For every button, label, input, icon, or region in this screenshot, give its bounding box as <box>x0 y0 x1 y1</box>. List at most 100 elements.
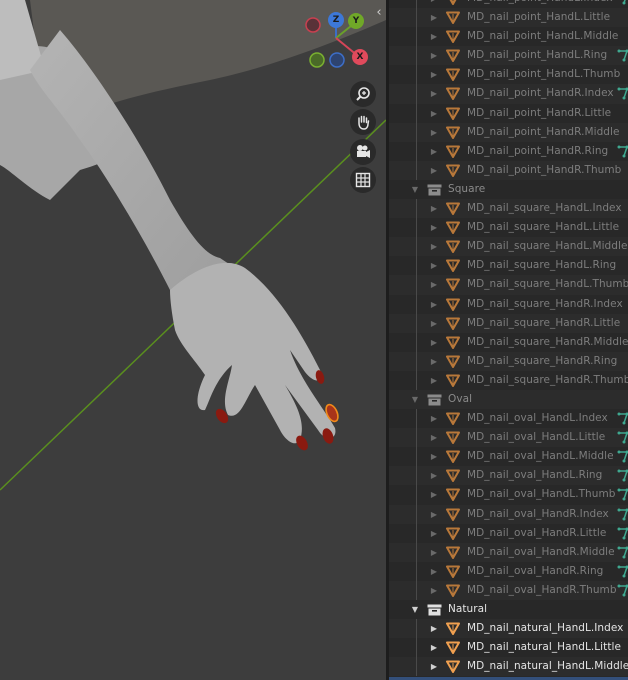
expand-arrow-icon[interactable]: ▶ <box>429 314 439 333</box>
collapse-arrow-icon[interactable]: ▼ <box>410 180 420 199</box>
object-label[interactable]: MD_nail_square_HandL.Ring <box>467 256 616 275</box>
object-label[interactable]: MD_nail_square_HandL.Index <box>467 199 622 218</box>
object-label[interactable]: MD_nail_oval_HandR.Ring <box>467 562 603 581</box>
outliner-object-row[interactable]: ▶ MD_nail_point_HandR.Middle <box>389 122 628 142</box>
outliner-object-row[interactable]: ▶ MD_nail_oval_HandR.Thumb <box>389 580 628 600</box>
outliner-object-row[interactable]: ▶ MD_nail_point_HandL.Little <box>389 8 628 28</box>
outliner-collection-row[interactable]: ▼ Square <box>389 180 628 199</box>
object-label[interactable]: MD_nail_square_HandR.Middle <box>467 333 628 352</box>
triangle-mesh-icon[interactable] <box>446 546 460 559</box>
expand-arrow-icon[interactable]: ▶ <box>429 161 439 180</box>
object-label[interactable]: MD_nail_oval_HandL.Ring <box>467 466 602 485</box>
camera-view-button[interactable] <box>350 139 376 165</box>
expand-arrow-icon[interactable]: ▶ <box>429 123 439 142</box>
outliner-object-row[interactable]: ▶ MD_nail_square_HandR.Little <box>389 313 628 333</box>
collection-label[interactable]: Natural <box>448 600 487 619</box>
expand-arrow-icon[interactable]: ▶ <box>429 485 439 504</box>
triangle-mesh-icon[interactable] <box>446 355 460 368</box>
outliner-object-row[interactable]: ▶ MD_nail_oval_HandR.Ring <box>389 561 628 581</box>
triangle-mesh-icon[interactable] <box>446 87 460 101</box>
outliner-object-row[interactable]: ▶ MD_nail_oval_HandL.Index <box>389 409 628 429</box>
object-label[interactable]: MD_nail_oval_HandL.Thumb <box>467 485 615 504</box>
triangle-mesh-icon[interactable] <box>446 259 460 273</box>
expand-arrow-icon[interactable]: ▶ <box>429 27 439 46</box>
chevron-left-icon[interactable]: ‹ <box>373 5 385 21</box>
gizmo-neg-z-circle[interactable] <box>329 52 345 68</box>
object-label[interactable]: MD_nail_square_HandL.Little <box>467 218 619 237</box>
modifier-icon[interactable] <box>617 584 628 597</box>
triangle-mesh-icon[interactable] <box>446 0 460 5</box>
triangle-mesh-icon[interactable] <box>446 431 460 445</box>
expand-arrow-icon[interactable]: ▶ <box>429 562 439 581</box>
triangle-mesh-icon[interactable] <box>446 488 460 502</box>
modifier-icon[interactable] <box>617 49 628 62</box>
gizmo-neg-x-circle[interactable] <box>305 17 321 33</box>
modifier-icon[interactable] <box>617 469 628 482</box>
outliner-object-row[interactable]: ▶ MD_nail_oval_HandL.Ring <box>389 466 628 486</box>
object-label[interactable]: MD_nail_square_HandR.Thumb <box>467 371 628 390</box>
object-label[interactable]: MD_nail_square_HandL.Thumb <box>467 275 628 294</box>
outliner-object-row[interactable]: ▶ MD_nail_natural_HandL.Little <box>389 638 628 658</box>
outliner-object-row[interactable]: ▶ MD_nail_oval_HandL.Thumb <box>389 485 628 505</box>
expand-arrow-icon[interactable]: ▶ <box>429 619 439 638</box>
modifier-icon[interactable] <box>617 431 628 444</box>
object-label[interactable]: MD_nail_square_HandL.Middle <box>467 237 627 256</box>
object-label[interactable]: MD_nail_point_HandR.Thumb <box>467 161 621 180</box>
expand-arrow-icon[interactable]: ▶ <box>429 275 439 294</box>
triangle-mesh-icon[interactable] <box>446 202 460 216</box>
collapse-arrow-icon[interactable]: ▼ <box>410 390 420 409</box>
expand-arrow-icon[interactable]: ▶ <box>429 638 439 657</box>
modifier-icon[interactable] <box>617 87 628 100</box>
outliner-object-row[interactable]: ▶ MD_nail_square_HandL.Index <box>389 199 628 219</box>
triangle-mesh-icon[interactable] <box>446 374 460 387</box>
outliner-object-row[interactable]: ▶ MD_nail_square_HandL.Little <box>389 218 628 238</box>
outliner-object-row[interactable]: ▶ MD_nail_square_HandL.Middle <box>389 237 628 257</box>
outliner-object-row[interactable]: ▶ MD_nail_oval_HandR.Little <box>389 523 628 543</box>
triangle-mesh-icon[interactable] <box>446 508 460 521</box>
expand-arrow-icon[interactable]: ▶ <box>429 657 439 676</box>
outliner-object-row[interactable]: ▶ MD_nail_oval_HandR.Middle <box>389 542 628 562</box>
expand-arrow-icon[interactable]: ▶ <box>429 237 439 256</box>
expand-arrow-icon[interactable]: ▶ <box>429 543 439 562</box>
triangle-mesh-icon[interactable] <box>446 278 460 292</box>
triangle-mesh-icon[interactable] <box>446 30 460 44</box>
object-label[interactable]: MD_nail_point_HandL.Ring <box>467 46 607 65</box>
outliner-object-row[interactable]: ▶ MD_nail_square_HandR.Ring <box>389 351 628 371</box>
expand-arrow-icon[interactable]: ▶ <box>429 428 439 447</box>
object-label[interactable]: MD_nail_square_HandR.Ring <box>467 352 617 371</box>
modifier-icon[interactable] <box>617 450 628 463</box>
expand-arrow-icon[interactable]: ▶ <box>429 581 439 600</box>
object-label[interactable]: MD_nail_natural_HandL.Little <box>467 638 621 657</box>
triangle-mesh-icon[interactable] <box>446 107 460 120</box>
modifier-icon[interactable] <box>617 508 628 521</box>
object-label[interactable]: MD_nail_natural_HandL.Index <box>467 619 623 638</box>
outliner-object-row[interactable]: ▶ MD_nail_square_HandR.Middle <box>389 332 628 352</box>
object-label[interactable]: MD_nail_oval_HandL.Index <box>467 409 608 428</box>
object-label[interactable]: MD_nail_point_HandR.Ring <box>467 142 608 161</box>
triangle-mesh-icon[interactable] <box>446 68 460 82</box>
modifier-icon[interactable] <box>617 145 628 158</box>
expand-arrow-icon[interactable]: ▶ <box>429 371 439 390</box>
outliner-object-row[interactable]: ▶ MD_nail_square_HandR.Index <box>389 294 628 314</box>
outliner-object-row[interactable]: ▶ MD_nail_oval_HandL.Little <box>389 428 628 448</box>
expand-arrow-icon[interactable]: ▶ <box>429 466 439 485</box>
triangle-mesh-icon[interactable] <box>446 11 460 25</box>
triangle-mesh-icon[interactable] <box>446 450 460 464</box>
outliner-object-row[interactable]: ▶ MD_nail_point_HandR.Little <box>389 103 628 123</box>
expand-arrow-icon[interactable]: ▶ <box>429 256 439 275</box>
object-label[interactable]: MD_nail_square_HandR.Index <box>467 295 623 314</box>
triangle-mesh-icon[interactable] <box>446 298 460 311</box>
triangle-mesh-icon[interactable] <box>446 240 460 254</box>
expand-arrow-icon[interactable]: ▶ <box>429 524 439 543</box>
modifier-icon[interactable] <box>617 0 628 5</box>
modifier-icon[interactable] <box>617 488 628 501</box>
object-label[interactable]: MD_nail_point_HandR.Index <box>467 84 614 103</box>
modifier-icon[interactable] <box>617 412 628 425</box>
outliner-object-row[interactable]: ▶ MD_nail_point_HandL.Thumb <box>389 65 628 85</box>
expand-arrow-icon[interactable]: ▶ <box>429 65 439 84</box>
ortho-grid-button[interactable] <box>350 167 376 193</box>
expand-arrow-icon[interactable]: ▶ <box>429 218 439 237</box>
triangle-mesh-icon[interactable] <box>446 641 460 655</box>
outliner-object-row[interactable]: ▶ MD_nail_point_HandR.Ring <box>389 141 628 161</box>
modifier-icon[interactable] <box>617 546 628 559</box>
